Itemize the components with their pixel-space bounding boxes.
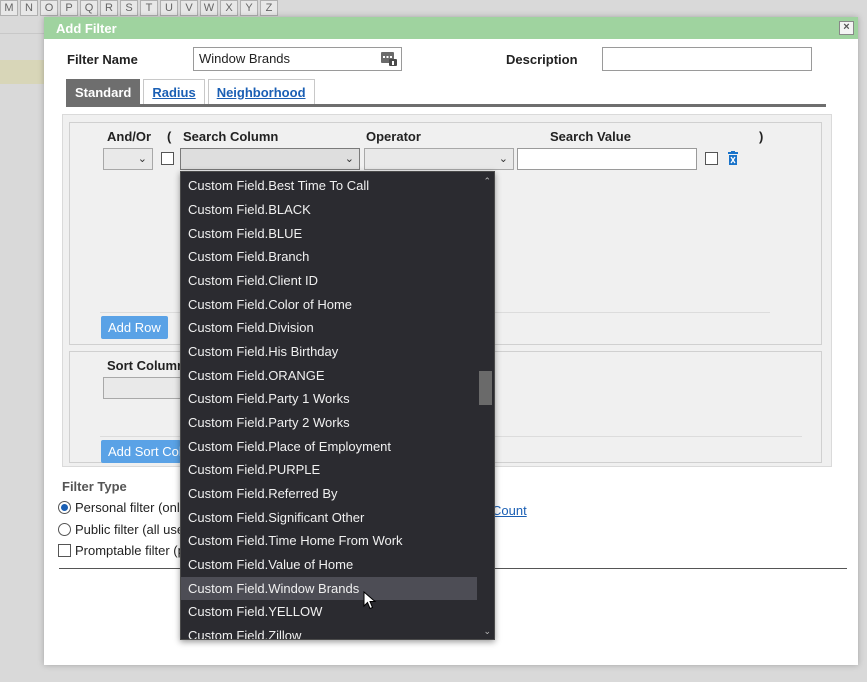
dropdown-option[interactable]: Custom Field.Party 2 Works (181, 411, 477, 434)
dropdown-option[interactable]: Custom Field.Referred By (181, 482, 477, 505)
letter-index-p[interactable]: P (60, 0, 78, 16)
scroll-up-icon[interactable]: ⌃ (483, 176, 491, 187)
close-paren-checkbox[interactable] (705, 152, 718, 165)
open-paren-header: ( (167, 129, 172, 144)
letter-index-r[interactable]: R (100, 0, 118, 16)
personal-filter-radio[interactable] (58, 501, 71, 514)
dropdown-option[interactable]: Custom Field.YELLOW (181, 600, 477, 623)
dropdown-option[interactable]: Custom Field.Place of Employment (181, 435, 477, 458)
letter-index-s[interactable]: S (120, 0, 138, 16)
add-sort-column-button[interactable]: Add Sort Col (101, 440, 181, 463)
dropdown-scrollbar[interactable]: ⌃ ⌄ (477, 172, 494, 639)
chevron-down-icon: ⌄ (498, 153, 508, 165)
tab-underline (66, 104, 826, 107)
search-column-header: Search Column (183, 129, 279, 144)
search-column-dropdown-list[interactable]: Custom Field.Best Time To Call Custom Fi… (180, 171, 495, 640)
chevron-down-icon: ⌄ (344, 153, 354, 165)
dialog-title: Add Filter (56, 21, 117, 36)
public-filter-label: Public filter (all use (75, 522, 185, 537)
scroll-down-icon[interactable]: ⌄ (483, 626, 491, 637)
delete-row-icon[interactable] (727, 151, 739, 166)
dropdown-option[interactable]: Custom Field.Client ID (181, 269, 477, 292)
mouse-pointer-icon (363, 591, 377, 610)
open-paren-checkbox[interactable] (161, 152, 174, 165)
dropdown-option[interactable]: Custom Field.ORANGE (181, 364, 477, 387)
operator-header: Operator (366, 129, 421, 144)
personal-filter-label: Personal filter (onl (75, 500, 180, 515)
description-input[interactable] (602, 47, 812, 71)
dropdown-option[interactable]: Custom Field.Division (181, 316, 477, 339)
add-row-label: Add Row (108, 320, 161, 335)
letter-index-y[interactable]: Y (240, 0, 258, 16)
chevron-down-icon: ⌄ (137, 153, 147, 165)
tab-standard[interactable]: Standard (66, 79, 141, 105)
tab-radius[interactable]: Radius (143, 79, 205, 105)
letter-index-v[interactable]: V (180, 0, 198, 16)
letter-index-z[interactable]: Z (260, 0, 278, 16)
dialog-titlebar: Add Filter × (44, 17, 858, 39)
letter-index-q[interactable]: Q (80, 0, 98, 16)
dropdown-option[interactable]: Custom Field.Time Home From Work (181, 529, 477, 552)
letter-index-w[interactable]: W (200, 0, 218, 16)
public-filter-radio[interactable] (58, 523, 71, 536)
dropdown-option-highlighted[interactable]: Custom Field.Window Brands (181, 577, 477, 600)
close-icon[interactable]: × (839, 21, 854, 35)
dropdown-option[interactable]: Custom Field.BLACK (181, 198, 477, 221)
promptable-filter-checkbox[interactable] (58, 544, 71, 557)
dropdown-option[interactable]: Custom Field.Best Time To Call (181, 174, 477, 197)
field-picker-icon[interactable] (381, 52, 397, 66)
letter-index-t[interactable]: T (140, 0, 158, 16)
dropdown-option[interactable]: Custom Field.Significant Other (181, 506, 477, 529)
letter-index-u[interactable]: U (160, 0, 178, 16)
operator-select[interactable]: ⌄ (364, 148, 514, 170)
dropdown-option[interactable]: Custom Field.Zillow (181, 624, 477, 639)
description-label: Description (506, 52, 578, 67)
filter-tabs: Standard Radius Neighborhood (66, 79, 318, 105)
dropdown-option[interactable]: Custom Field.PURPLE (181, 458, 477, 481)
filter-name-label: Filter Name (67, 52, 138, 67)
tab-radius-label[interactable]: Radius (152, 85, 195, 100)
tab-neighborhood-label[interactable]: Neighborhood (217, 85, 306, 100)
letter-index-o[interactable]: O (40, 0, 58, 16)
search-value-header: Search Value (550, 129, 631, 144)
promptable-filter-label: Promptable filter (p (75, 543, 185, 558)
close-paren-header: ) (759, 129, 764, 144)
filter-type-label: Filter Type (62, 479, 127, 494)
dropdown-option[interactable]: Custom Field.Party 1 Works (181, 387, 477, 410)
scrollbar-thumb[interactable] (479, 371, 492, 405)
search-value-input[interactable] (517, 148, 697, 170)
search-column-select[interactable]: ⌄ (180, 148, 360, 170)
background-highlight-band (0, 60, 44, 84)
add-sort-column-label: Add Sort Col (108, 444, 181, 459)
and-or-header: And/Or (107, 129, 152, 144)
dropdown-option[interactable]: Custom Field.Color of Home (181, 293, 477, 316)
filter-name-input[interactable]: Window Brands (193, 47, 402, 71)
tab-standard-label: Standard (75, 85, 132, 100)
letter-index-bar: M N O P Q R S T U V W X Y Z (0, 0, 280, 17)
filter-name-value: Window Brands (199, 51, 291, 66)
letter-index-x[interactable]: X (220, 0, 238, 16)
sort-column-header: Sort Column (107, 358, 185, 373)
letter-index-n[interactable]: N (20, 0, 38, 16)
count-link[interactable]: Count (492, 503, 527, 518)
dropdown-option[interactable]: Custom Field.His Birthday (181, 340, 477, 363)
add-row-button[interactable]: Add Row (101, 316, 168, 339)
tab-neighborhood[interactable]: Neighborhood (207, 79, 315, 105)
and-or-select[interactable]: ⌄ (103, 148, 153, 170)
background-divider (0, 33, 44, 34)
dropdown-option[interactable]: Custom Field.BLUE (181, 222, 477, 245)
sort-column-select[interactable] (103, 377, 183, 399)
dropdown-option[interactable]: Custom Field.Value of Home (181, 553, 477, 576)
letter-index-m[interactable]: M (0, 0, 18, 16)
dropdown-option[interactable]: Custom Field.Branch (181, 245, 477, 268)
